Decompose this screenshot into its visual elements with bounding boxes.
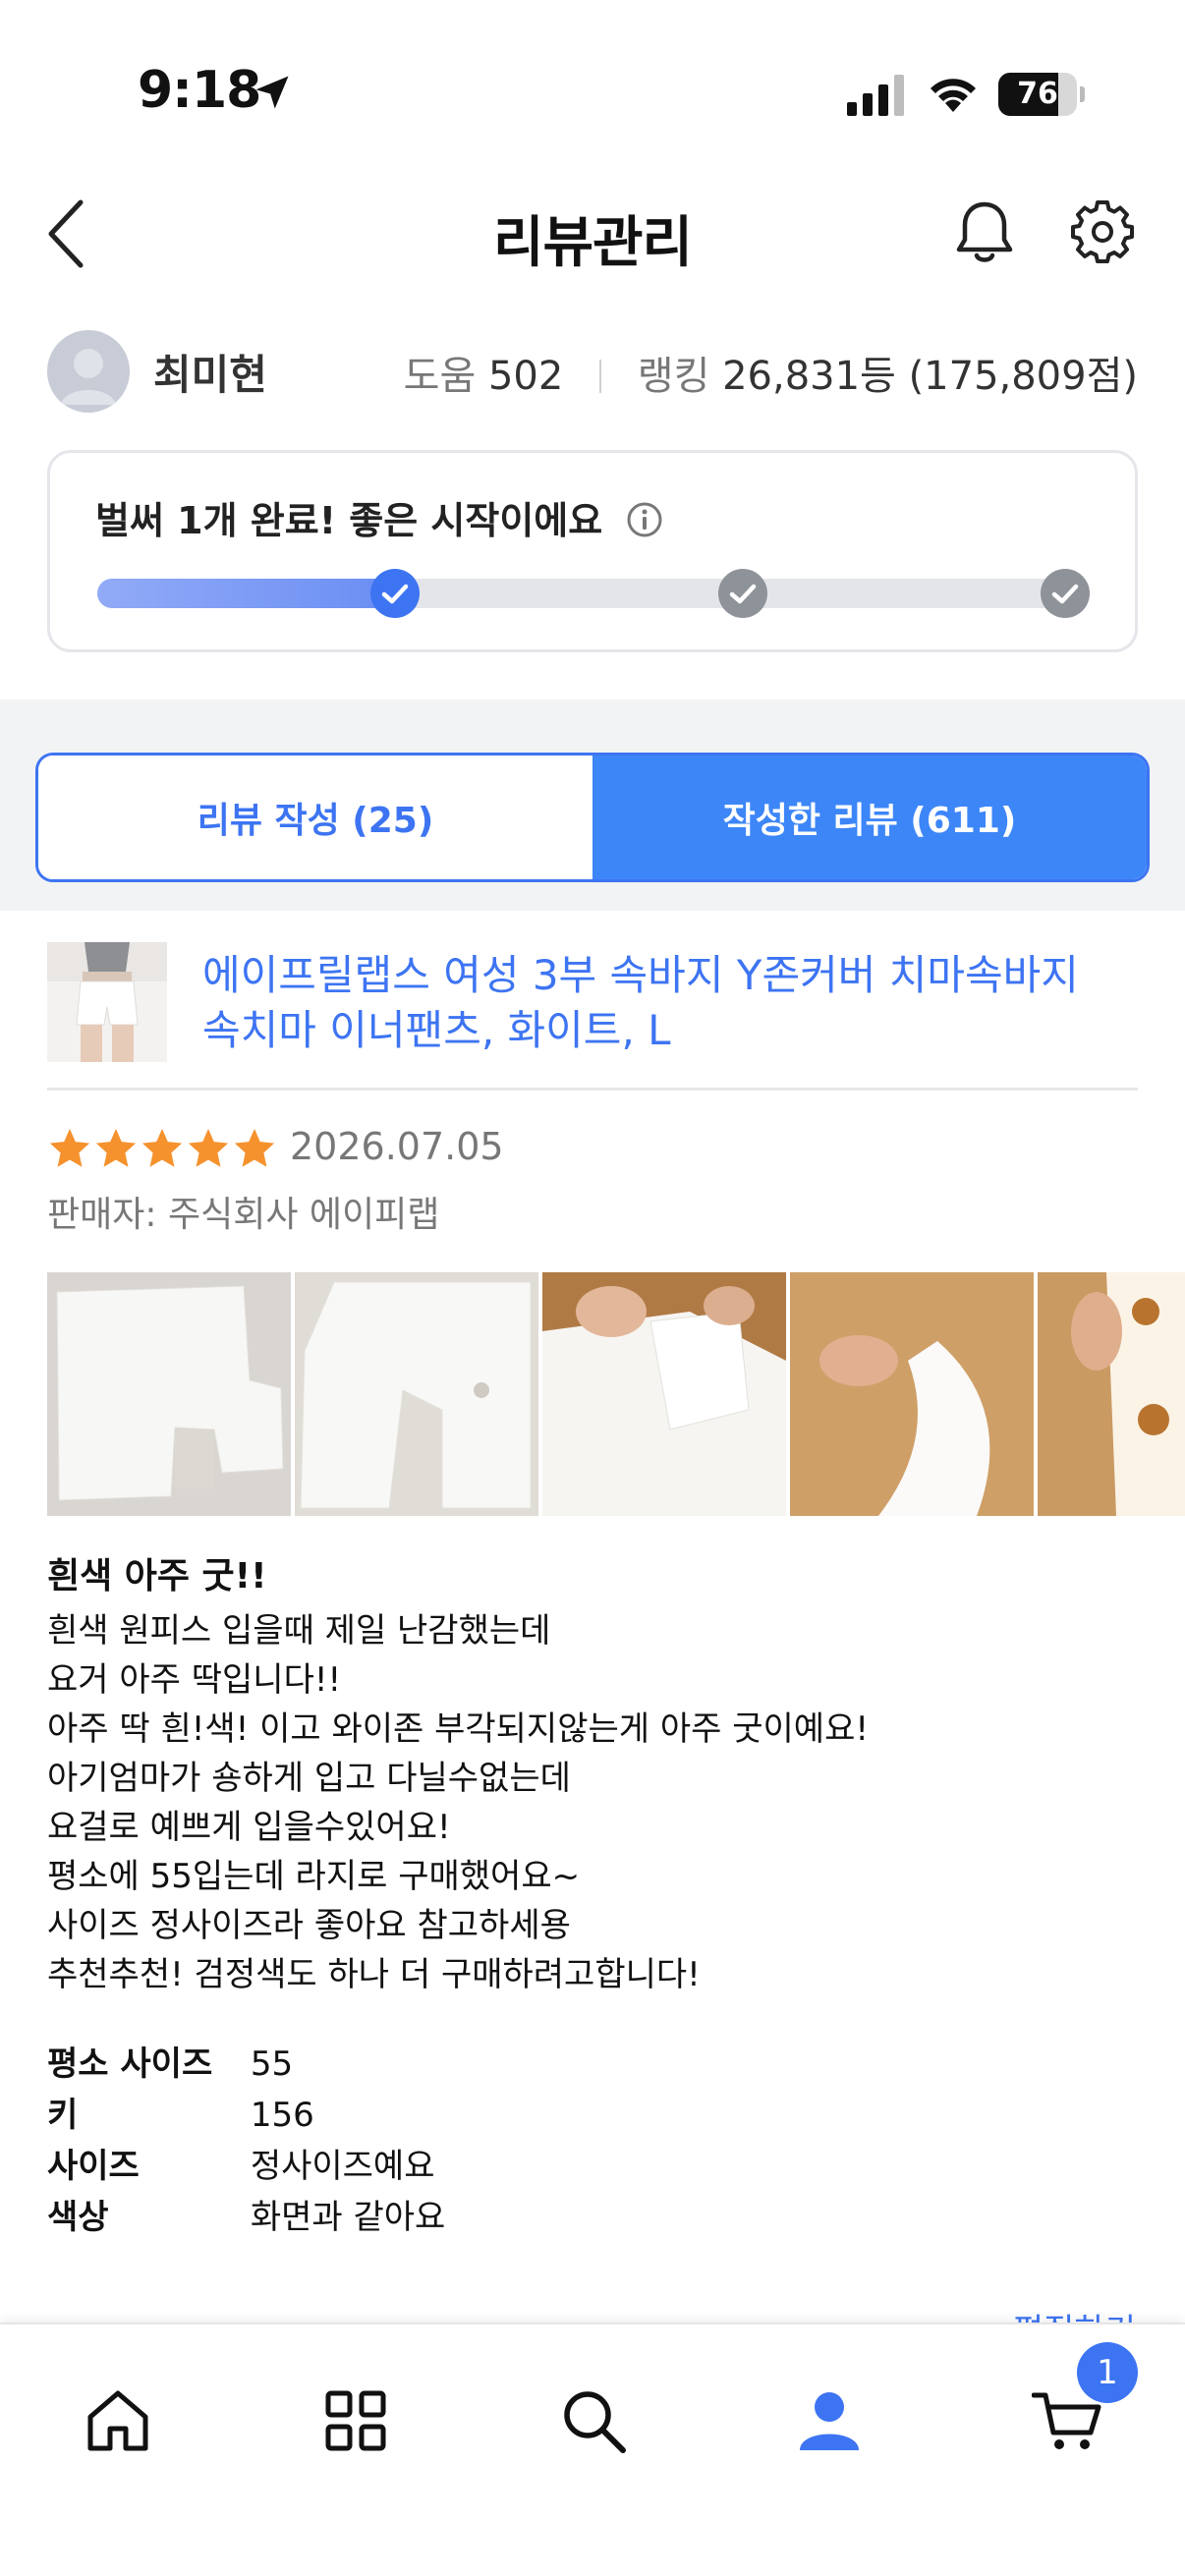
- review-photos: [47, 1272, 1185, 1518]
- milestone-check-1-icon: [370, 569, 420, 618]
- location-arrow-icon: [255, 76, 289, 109]
- nav-search[interactable]: [535, 2362, 652, 2480]
- battery-icon: 76: [998, 73, 1085, 116]
- progress-message-text: 벌써 1개 완료! 좋은 시작이에요: [95, 499, 603, 542]
- stat-divider: [599, 360, 602, 393]
- review-body-line: 요거 아주 딱입니다!!: [47, 1660, 342, 1700]
- seller-label: 판매자:: [47, 1195, 157, 1235]
- top-header: 리뷰관리: [0, 167, 1185, 295]
- star-icon: [141, 1128, 183, 1167]
- nav-categories[interactable]: [297, 2362, 415, 2480]
- home-icon: [87, 2390, 148, 2451]
- review-headline: 흰색 아주 굿!!: [47, 1556, 267, 1596]
- profile-stats: 도움 502 랭킹 26,831등 (175,809점): [404, 344, 1138, 401]
- bottom-nav: 1: [0, 2323, 1185, 2576]
- cart-count-badge: 1: [1077, 2342, 1138, 2403]
- milestone-check-2-icon: [717, 569, 767, 618]
- rank-label: 랭킹: [637, 354, 710, 399]
- review-body-line: 추천추천! 검정색도 하나 더 구매하려고합니다!: [47, 1955, 701, 1994]
- nav-my-page[interactable]: [770, 2362, 888, 2480]
- review-body-line: 흰색 원피스 입을때 제일 난감했는데: [47, 1611, 551, 1651]
- status-bar: 9:18 76: [0, 0, 1185, 167]
- nav-home[interactable]: [59, 2362, 177, 2480]
- help-value: 502: [487, 354, 564, 399]
- review-body-line: 사이즈 정사이즈라 좋아요 참고하세용: [47, 1906, 571, 1945]
- review-tabs: 리뷰 작성 (25) 작성한 리뷰 (611): [35, 753, 1150, 882]
- progress-card: 벌써 1개 완료! 좋은 시작이에요: [47, 450, 1138, 652]
- gear-icon[interactable]: [1071, 200, 1134, 263]
- profile-name: 최미현: [153, 351, 267, 399]
- review-photo[interactable]: [295, 1272, 538, 1516]
- milestone-check-3-icon: [1041, 569, 1090, 618]
- star-rating: [47, 1125, 278, 1174]
- progress-message: 벌써 1개 완료! 좋은 시작이에요: [95, 490, 664, 544]
- default-avatar-icon: [61, 349, 116, 405]
- review-body-line: 평소에 55입는데 라지로 구매했어요~: [47, 1857, 581, 1896]
- cellular-signal-icon: [847, 75, 904, 116]
- attribute-label: 색상: [47, 2198, 109, 2237]
- attribute-label: 평소 사이즈: [47, 2044, 213, 2084]
- seller-name: 주식회사 에이피랩: [167, 1195, 440, 1235]
- attribute-value: 156: [250, 2096, 314, 2135]
- review-photo[interactable]: [47, 1272, 291, 1516]
- attribute-row: 색상 화면과 같아요: [47, 2192, 1138, 2243]
- review-photo[interactable]: [1038, 1272, 1185, 1516]
- attribute-row: 키 156: [47, 2090, 1138, 2141]
- attribute-label: 키: [47, 2096, 79, 2135]
- review-body-line: 아기엄마가 숑하게 입고 다닐수없는데: [47, 1759, 571, 1798]
- info-icon[interactable]: [625, 500, 664, 539]
- review-photo[interactable]: [790, 1272, 1034, 1516]
- star-icon: [234, 1128, 275, 1167]
- review-body-line: 아주 딱 흰!색! 이고 와이존 부각되지않는게 아주 굿이예요!: [47, 1709, 869, 1749]
- review-attributes: 평소 사이즈 55 키 156 사이즈 정사이즈예요 색상 화면과 같아요: [47, 2039, 1138, 2243]
- attribute-row: 사이즈 정사이즈예요: [47, 2141, 1138, 2192]
- star-icon: [95, 1128, 137, 1167]
- seller-line: 판매자: 주식회사 에이피랩: [47, 1186, 439, 1237]
- star-icon: [49, 1128, 90, 1167]
- avatar[interactable]: [47, 330, 130, 413]
- progress-fill: [97, 579, 395, 608]
- battery-level: 76: [1017, 77, 1058, 111]
- attribute-value: 화면과 같아요: [250, 2198, 446, 2237]
- wifi-icon: [931, 79, 976, 112]
- product-photo: [47, 942, 167, 1062]
- search-icon: [564, 2391, 626, 2453]
- review-date: 2026.07.05: [290, 1125, 504, 1168]
- tab-write-review[interactable]: 리뷰 작성 (25): [38, 756, 592, 879]
- review-body: 흰색 원피스 입을때 제일 난감했는데 요거 아주 딱입니다!! 아주 딱 흰!…: [47, 1606, 1138, 1999]
- product-thumbnail[interactable]: [47, 942, 167, 1062]
- attribute-row: 평소 사이즈 55: [47, 2039, 1138, 2090]
- help-label: 도움: [403, 354, 477, 399]
- tab-written-reviews[interactable]: 작성한 리뷰 (611): [592, 756, 1147, 879]
- profile-icon: [800, 2392, 859, 2450]
- divider: [47, 1088, 1138, 1091]
- review-card: 에이프릴랩스 여성 3부 속바지 Y존커버 치마속바지 속치마 이너팬츠, 화이…: [0, 911, 1185, 2351]
- profile-row: 최미현 도움 502 랭킹 26,831등 (175,809점): [47, 324, 1138, 422]
- status-time: 9:18: [138, 61, 261, 120]
- star-icon: [188, 1128, 229, 1167]
- rank-value: 26,831등 (175,809점): [722, 354, 1138, 399]
- attribute-value: 정사이즈예요: [250, 2147, 435, 2186]
- review-body-line: 요걸로 예쁘게 입을수있어요!: [47, 1808, 451, 1847]
- attribute-label: 사이즈: [47, 2147, 140, 2186]
- review-photo[interactable]: [542, 1272, 786, 1516]
- attribute-value: 55: [250, 2044, 294, 2084]
- bell-icon[interactable]: [953, 198, 1016, 267]
- grid-icon: [325, 2390, 386, 2451]
- progress-track: [97, 569, 1090, 618]
- product-title-link[interactable]: 에이프릴랩스 여성 3부 속바지 Y존커버 치마속바지 속치마 이너팬츠, 화이…: [202, 948, 1126, 1058]
